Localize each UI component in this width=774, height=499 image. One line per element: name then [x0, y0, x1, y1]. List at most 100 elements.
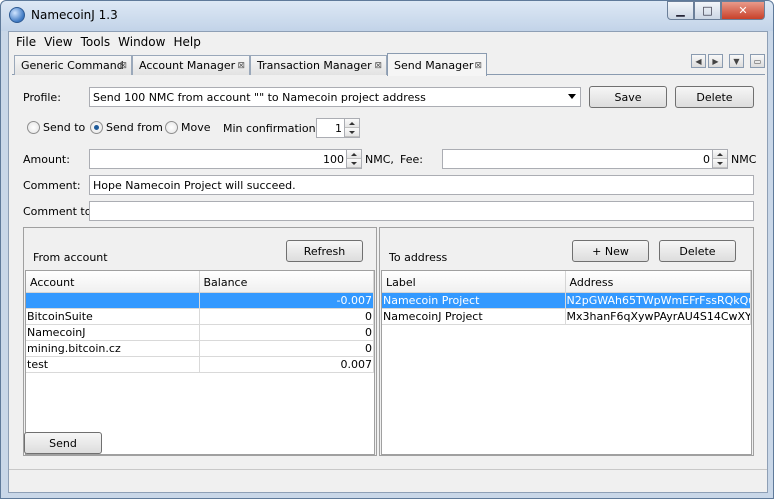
account-cell: [26, 293, 200, 308]
tab-scroll-right-icon[interactable]: ▶: [708, 54, 723, 68]
address-cell: N2pGWAh65TWpWmEFrFssRQkQu...: [566, 293, 751, 308]
min-confirmations-label: Min confirmations:: [223, 122, 325, 135]
fee-value: 0: [703, 153, 710, 166]
profile-select[interactable]: Send 100 NMC from account "" to Namecoin…: [89, 87, 581, 107]
menu-bar: File View Tools Window Help: [9, 32, 767, 52]
amount-unit: NMC,: [365, 153, 394, 166]
spin-down-icon[interactable]: [713, 159, 727, 168]
column-header-address[interactable]: Address: [566, 271, 751, 292]
label-cell: NamecoinJ Project: [382, 309, 566, 324]
balance-cell: 0: [200, 309, 374, 324]
tab-close-icon[interactable]: ⊠: [119, 61, 127, 71]
table-row[interactable]: Namecoin Project N2pGWAh65TWpWmEFrFssRQk…: [382, 293, 751, 309]
table-row[interactable]: test 0.007: [26, 357, 374, 373]
maximize-button[interactable]: □: [694, 1, 721, 20]
save-button[interactable]: Save: [589, 86, 667, 108]
account-cell: mining.bitcoin.cz: [26, 341, 200, 356]
tab-list-dropdown-icon[interactable]: ▼: [729, 54, 744, 68]
send-from-label: Send from: [106, 121, 163, 134]
move-radio[interactable]: Move: [165, 121, 211, 134]
spin-down-icon[interactable]: [347, 159, 361, 168]
tab-label: Account Manager: [139, 59, 236, 72]
menu-view[interactable]: View: [40, 35, 76, 49]
column-header-label[interactable]: Label: [382, 271, 566, 292]
comment-to-label: Comment to:: [23, 205, 96, 218]
account-cell: test: [26, 357, 200, 372]
spin-up-icon[interactable]: [345, 119, 359, 128]
tab-strip: Generic Command ⊠ Account Manager ⊠ Tran…: [12, 53, 765, 76]
tab-close-icon[interactable]: ⊠: [474, 61, 482, 71]
send-to-radio[interactable]: Send to: [27, 121, 85, 134]
column-header-account[interactable]: Account: [26, 271, 200, 292]
comment-label: Comment:: [23, 179, 81, 192]
window-title: NamecoinJ 1.3: [31, 8, 118, 22]
amount-value: 100: [323, 153, 344, 166]
column-header-balance[interactable]: Balance: [200, 271, 374, 292]
to-address-title: To address: [389, 251, 448, 264]
tab-close-icon[interactable]: ⊠: [374, 61, 382, 71]
tab-generic-command[interactable]: Generic Command ⊠: [14, 55, 132, 75]
tab-maximize-icon[interactable]: ▭: [750, 54, 765, 68]
balance-cell: 0.007: [200, 357, 374, 372]
profile-label: Profile:: [23, 91, 61, 104]
fee-unit: NMC: [731, 153, 757, 166]
send-from-radio[interactable]: Send from: [90, 121, 163, 134]
minimize-button[interactable]: ▁: [667, 1, 694, 20]
title-bar[interactable]: NamecoinJ 1.3 ▁ □ ✕: [1, 1, 773, 31]
spin-down-icon[interactable]: [345, 128, 359, 137]
tab-label: Send Manager: [394, 59, 474, 72]
tab-close-icon[interactable]: ⊠: [237, 61, 245, 71]
table-row[interactable]: BitcoinSuite 0: [26, 309, 374, 325]
table-row[interactable]: NamecoinJ 0: [26, 325, 374, 341]
fee-spinner[interactable]: 0: [442, 149, 728, 169]
account-cell: NamecoinJ: [26, 325, 200, 340]
menu-tools[interactable]: Tools: [77, 35, 115, 49]
menu-help[interactable]: Help: [169, 35, 204, 49]
account-cell: BitcoinSuite: [26, 309, 200, 324]
tab-send-manager[interactable]: Send Manager ⊠: [387, 53, 487, 76]
close-button[interactable]: ✕: [721, 1, 765, 20]
chevron-down-icon: [568, 94, 576, 99]
client-area: File View Tools Window Help Generic Comm…: [8, 31, 768, 493]
table-row[interactable]: mining.bitcoin.cz 0: [26, 341, 374, 357]
send-to-label: Send to: [43, 121, 86, 134]
namecoin-app-icon: [9, 7, 25, 23]
from-account-title: From account: [33, 251, 108, 264]
spin-up-icon[interactable]: [713, 150, 727, 159]
accounts-table: Account Balance -0.007 BitcoinSuite 0 Na…: [25, 270, 375, 455]
tab-label: Generic Command: [21, 59, 124, 72]
tab-account-manager[interactable]: Account Manager ⊠: [132, 55, 250, 75]
refresh-button[interactable]: Refresh: [286, 240, 363, 262]
status-bar: [9, 469, 767, 492]
send-manager-panel: Profile: Send 100 NMC from account "" to…: [12, 76, 765, 465]
table-row[interactable]: NamecoinJ Project Mx3hanF6qXywPAyrAU4S14…: [382, 309, 751, 325]
menu-window[interactable]: Window: [114, 35, 169, 49]
address-cell: Mx3hanF6qXywPAyrAU4S14CwXYc...: [566, 309, 751, 324]
amount-label: Amount:: [23, 153, 70, 166]
from-account-section: From account Refresh Account Balance -0.…: [23, 227, 377, 456]
spin-up-icon[interactable]: [347, 150, 361, 159]
comment-input[interactable]: Hope Namecoin Project will succeed.: [89, 175, 754, 195]
balance-cell: -0.007: [200, 293, 374, 308]
fee-label: Fee:: [400, 153, 423, 166]
radio-icon: [27, 121, 40, 134]
tab-label: Transaction Manager: [257, 59, 372, 72]
move-label: Move: [181, 121, 211, 134]
profile-value: Send 100 NMC from account "" to Namecoin…: [93, 91, 426, 104]
min-confirmations-spinner[interactable]: 1: [316, 118, 360, 138]
send-button[interactable]: Send: [24, 432, 102, 454]
table-row[interactable]: -0.007: [26, 293, 374, 309]
menu-file[interactable]: File: [12, 35, 40, 49]
comment-to-input[interactable]: [89, 201, 754, 221]
radio-checked-icon: [90, 121, 103, 134]
tab-transaction-manager[interactable]: Transaction Manager ⊠: [250, 55, 387, 75]
delete-address-button[interactable]: Delete: [659, 240, 736, 262]
amount-spinner[interactable]: 100: [89, 149, 362, 169]
balance-cell: 0: [200, 341, 374, 356]
app-window: NamecoinJ 1.3 ▁ □ ✕ File View Tools Wind…: [0, 0, 774, 499]
tab-scroll-left-icon[interactable]: ◀: [691, 54, 706, 68]
radio-icon: [165, 121, 178, 134]
delete-profile-button[interactable]: Delete: [675, 86, 754, 108]
new-address-button[interactable]: + New: [572, 240, 649, 262]
to-address-section: To address + New Delete Label Address Na…: [379, 227, 754, 456]
